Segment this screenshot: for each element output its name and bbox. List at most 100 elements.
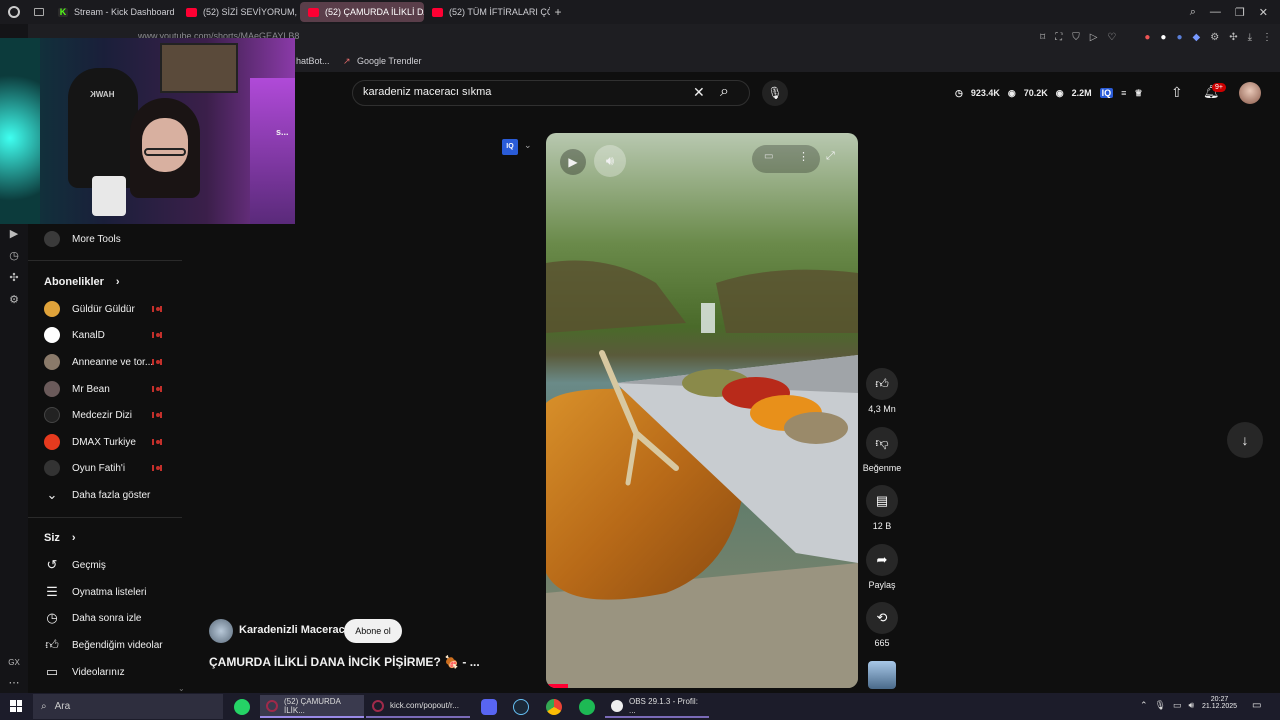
upload-icon[interactable]: ⇧: [1171, 84, 1183, 101]
captions-icon[interactable]: ▭: [764, 151, 773, 162]
channel-name[interactable]: Karadenizli Maceracı: [239, 624, 348, 636]
sidebar-item-your-videos[interactable]: ▭ Videolarınız: [44, 662, 125, 682]
dislike-button[interactable]: 👎︎: [866, 427, 898, 459]
next-short-button[interactable]: ↓: [1227, 422, 1263, 458]
extension-icon[interactable]: ●: [1160, 32, 1166, 43]
extension-logo-icon[interactable]: IQ: [1099, 88, 1114, 98]
sidebar-item-liked[interactable]: 👍︎ Beğendiğim videolar: [44, 635, 162, 655]
extension-icon[interactable]: ⚙: [1210, 32, 1219, 43]
search-icon[interactable]: ⌕: [720, 83, 729, 101]
taskbar-search[interactable]: ⌕ Ara: [33, 694, 223, 719]
like-count: 4,3 Mn: [868, 404, 896, 414]
windows-start-icon[interactable]: [10, 700, 22, 712]
search-tabs-icon[interactable]: ⌕: [1190, 6, 1196, 19]
voice-search-button[interactable]: 🎙︎: [762, 80, 788, 106]
live-icon: [152, 465, 162, 471]
play-icon[interactable]: ▷: [1090, 32, 1098, 43]
tab-youtube-active[interactable]: (52) ÇAMURDA İLİKLİ DA: [300, 2, 424, 22]
channel-name: Mr Bean: [72, 383, 110, 395]
taskbar-item-obs[interactable]: OBS 29.1.3 - Profil: ...: [605, 695, 709, 718]
network-icon[interactable]: ▭: [1173, 700, 1182, 711]
share-button[interactable]: ➦: [866, 544, 898, 576]
gx-icon[interactable]: GX: [7, 656, 21, 670]
sound-thumbnail[interactable]: [868, 661, 896, 689]
fullscreen-icon[interactable]: ⤢: [826, 150, 835, 163]
bookmark-icon[interactable]: ⌑: [1040, 32, 1045, 43]
play-button[interactable]: ▶: [560, 149, 586, 175]
channel-avatar[interactable]: [209, 619, 233, 643]
chevron-down-icon[interactable]: ⌄: [524, 140, 532, 151]
search-placeholder: Ara: [54, 701, 71, 712]
chevron-up-icon[interactable]: ⌃: [1140, 700, 1148, 711]
microphone-icon[interactable]: 🎙︎: [1155, 700, 1166, 711]
snapshot-icon[interactable]: ⛶: [1055, 32, 1062, 43]
subscription-item[interactable]: KanalD: [44, 325, 105, 345]
spotify-icon[interactable]: [579, 699, 595, 715]
taskbar-item-kick[interactable]: kick.com/popout/r...: [366, 695, 470, 718]
comments-button[interactable]: ▤: [866, 485, 898, 517]
close-window-icon[interactable]: ✕: [1259, 6, 1268, 19]
minimize-icon[interactable]: —: [1210, 6, 1221, 19]
extension-icon[interactable]: ◆: [1193, 32, 1201, 43]
tab-youtube-1[interactable]: (52) SİZİ SEVİYORUM, Sİ: [178, 2, 300, 22]
extension-icon[interactable]: ●: [1176, 32, 1182, 43]
search-input[interactable]: [363, 86, 683, 98]
subscription-item[interactable]: Mr Bean: [44, 379, 110, 399]
show-more-button[interactable]: ⌄ Daha fazla göster: [44, 485, 151, 505]
subscription-item[interactable]: Güldür Güldür: [44, 299, 135, 319]
notifications-icon[interactable]: ▭: [1252, 700, 1261, 711]
restore-icon[interactable]: ❐: [1235, 6, 1245, 19]
tab-islands-icon[interactable]: [28, 0, 50, 24]
tab-youtube-3[interactable]: (52) TÜM İFTİRALARI ÇÖ: [424, 2, 550, 22]
heart-icon[interactable]: ♡: [1107, 32, 1116, 43]
remix-button[interactable]: ⟲: [866, 602, 898, 634]
tab-kick-dashboard[interactable]: K Stream - Kick Dashboard: [50, 2, 178, 22]
shield-icon[interactable]: ⛉: [1072, 32, 1080, 43]
discord-icon[interactable]: [481, 699, 497, 715]
whatsapp-icon[interactable]: [234, 699, 250, 715]
subscription-item[interactable]: Oyun Fatih'i: [44, 458, 125, 478]
taskbar-item-browser[interactable]: (52) ÇAMURDA İLİK...: [260, 695, 364, 718]
trophy-icon[interactable]: ♕: [1134, 88, 1142, 99]
more-options-icon[interactable]: ⋮: [798, 150, 809, 163]
live-icon: [152, 412, 162, 418]
extensions-puzzle-icon[interactable]: ✣: [1229, 32, 1237, 43]
subscriptions-heading[interactable]: Abonelikler ›: [44, 272, 120, 292]
avatar[interactable]: [1239, 82, 1261, 104]
more-icon[interactable]: ⋯: [7, 676, 21, 690]
sidebar-item-playlists[interactable]: ☰ Oynatma listeleri: [44, 582, 146, 602]
sidebar-item-history[interactable]: ↺ Geçmiş: [44, 555, 106, 575]
bookmark-chatbot[interactable]: hatBot...: [296, 56, 330, 66]
download-icon[interactable]: ⤓: [1248, 32, 1252, 43]
subscription-item[interactable]: DMAX Turkiye: [44, 432, 136, 452]
you-heading[interactable]: Siz ›: [44, 528, 76, 548]
new-tab-button[interactable]: +: [550, 5, 566, 19]
sidebar-item-watch-later[interactable]: ◷ Daha sonra izle: [44, 608, 141, 628]
volume-icon[interactable]: 🔊︎: [1189, 700, 1195, 711]
volume-button[interactable]: 🔊︎: [594, 145, 626, 177]
stat-value: 70.2K: [1023, 88, 1048, 98]
iq-extension-icon[interactable]: IQ: [502, 139, 518, 155]
short-video-player[interactable]: ▶ 🔊︎ ▭ ⋮ ⤢: [546, 133, 858, 688]
progress-bar[interactable]: [546, 684, 568, 688]
like-button[interactable]: 👍︎: [866, 368, 898, 400]
subscription-item[interactable]: Medcezir Dizi: [44, 405, 132, 425]
list-icon[interactable]: ≡: [1121, 88, 1126, 98]
clear-search-icon[interactable]: ✕: [693, 84, 705, 101]
history-icon[interactable]: ◷: [7, 249, 21, 263]
clock[interactable]: 20:27 21.12.2025: [1202, 696, 1237, 710]
scroll-down-icon[interactable]: ⌄: [178, 684, 185, 693]
opera-logo-icon[interactable]: [0, 0, 28, 24]
menu-icon[interactable]: ⋮: [1262, 32, 1272, 43]
bookmark-google-trends[interactable]: Google Trendler: [357, 56, 422, 66]
chrome-icon[interactable]: [546, 699, 562, 715]
subscribe-button[interactable]: Abone ol: [344, 619, 402, 643]
subscription-item[interactable]: Anneanne ve tor...: [44, 352, 153, 372]
extensions-icon[interactable]: ✣: [7, 271, 21, 285]
steam-icon[interactable]: [513, 699, 529, 715]
short-title[interactable]: ÇAMURDA İLİKLİ DANA İNCİK PİŞİRME? 🍖 - .…: [209, 655, 480, 669]
player-icon[interactable]: ▶: [7, 227, 21, 241]
extension-icon[interactable]: ●: [1144, 32, 1150, 43]
sidebar-item-more-tools[interactable]: More Tools: [44, 229, 121, 249]
settings-icon[interactable]: ⚙: [7, 293, 21, 307]
